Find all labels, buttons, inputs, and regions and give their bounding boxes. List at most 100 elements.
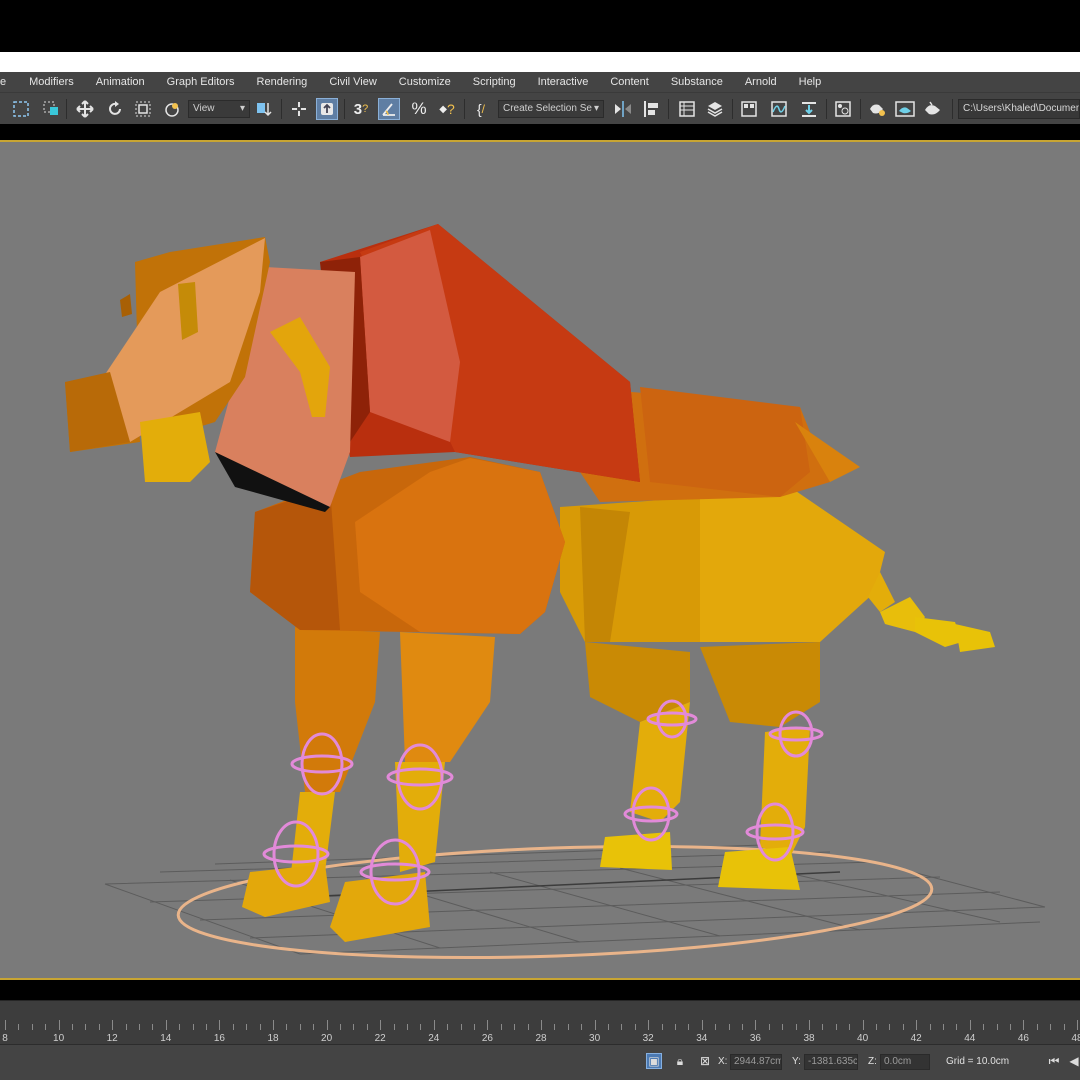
timeline-tick	[1050, 1024, 1052, 1030]
edit-named-sets-icon[interactable]: {/	[470, 98, 492, 120]
z-coord-field[interactable]: 0.0cm	[880, 1054, 930, 1070]
saddle	[320, 224, 640, 482]
timeline-tick	[983, 1024, 985, 1030]
menu-customize[interactable]: Customize	[388, 72, 462, 92]
timeline-tick	[1023, 1020, 1025, 1030]
keyboard-shortcut-icon[interactable]	[316, 98, 338, 120]
timeline-tick	[286, 1024, 288, 1030]
rotate-icon[interactable]	[104, 98, 126, 120]
timeline-tick	[943, 1024, 944, 1030]
percent-snap-icon[interactable]: %	[408, 98, 430, 120]
timeline-tick-label: 26	[481, 1033, 493, 1044]
schematic-view-icon[interactable]	[798, 98, 820, 120]
curve-editor-icon[interactable]	[768, 98, 790, 120]
angle-snap-icon[interactable]	[378, 98, 400, 120]
timeline-tick	[835, 1024, 837, 1030]
timeline-tick	[125, 1024, 127, 1030]
menu-arnold[interactable]: Arnold	[734, 72, 788, 92]
timeline-tick	[433, 1020, 435, 1030]
timeline-tick	[299, 1024, 301, 1030]
timeline-tick	[206, 1024, 207, 1030]
reference-coord-dropdown[interactable]: View ▾	[188, 100, 250, 118]
timeline-tick	[487, 1020, 489, 1030]
menu-graph-editors[interactable]: Graph Editors	[156, 72, 246, 92]
timeline-tick-label: 36	[749, 1033, 761, 1044]
snap-3d-icon[interactable]: 3?	[350, 98, 372, 120]
timeline-tick-label: 44	[964, 1033, 976, 1044]
timeline-tick	[152, 1024, 154, 1030]
timeline-tick	[768, 1024, 770, 1030]
timeline-tick-label: 22	[374, 1033, 386, 1044]
timeline-tick	[219, 1020, 221, 1030]
align-icon[interactable]	[640, 98, 662, 120]
timeline-tick-label: 48	[1071, 1033, 1080, 1044]
move-icon[interactable]	[74, 98, 96, 120]
isolate-selection-icon[interactable]: ▣	[646, 1053, 662, 1069]
timeline-tick	[5, 1020, 6, 1030]
timeline-tick	[608, 1024, 609, 1030]
layer-explorer-icon[interactable]	[704, 98, 726, 120]
menu-content[interactable]: Content	[599, 72, 660, 92]
viewport-scene	[65, 224, 1046, 960]
window-crossing-icon[interactable]	[40, 98, 62, 120]
previous-frame-icon[interactable]: ◀	[1068, 1053, 1080, 1069]
timeline-tick	[822, 1024, 824, 1030]
menu-substance[interactable]: Substance	[660, 72, 734, 92]
menu-scripting[interactable]: Scripting	[462, 72, 527, 92]
absolute-mode-icon[interactable]: ⊠	[697, 1053, 713, 1069]
timeline-tick	[594, 1020, 596, 1030]
perspective-viewport[interactable]	[0, 140, 1080, 980]
scale-icon[interactable]	[132, 98, 154, 120]
select-region-icon[interactable]	[10, 98, 32, 120]
mirror-icon[interactable]	[612, 98, 634, 120]
rendered-frame-icon[interactable]	[894, 98, 916, 120]
timeline-tick	[889, 1024, 891, 1030]
menu-animation[interactable]: Animation	[85, 72, 156, 92]
named-selection-value: Create Selection Se	[503, 103, 592, 114]
timeline-tick	[862, 1020, 864, 1030]
viewport-bottom-frame	[0, 980, 1080, 1000]
render-icon[interactable]	[922, 98, 944, 120]
select-manipulate-icon[interactable]	[288, 98, 310, 120]
material-editor-icon[interactable]	[832, 98, 854, 120]
pivot-icon[interactable]	[254, 98, 276, 120]
go-to-start-icon[interactable]: ⏮︎	[1046, 1053, 1062, 1069]
named-selection-dropdown[interactable]: Create Selection Se ▾	[498, 100, 604, 118]
lock-icon[interactable]: 🔒︎	[672, 1053, 688, 1069]
timeline-tick	[273, 1020, 274, 1030]
timeline-tick	[58, 1020, 60, 1030]
top-black-bar	[0, 0, 1080, 52]
menu-help[interactable]: Help	[788, 72, 833, 92]
timeline-tick	[393, 1024, 395, 1030]
timeline-tick	[809, 1020, 810, 1030]
timeline-tick	[460, 1024, 462, 1030]
timeline-tick-label: 24	[428, 1033, 440, 1044]
scene-explorer-icon[interactable]	[676, 98, 698, 120]
x-coord-field[interactable]: 2944.87cm	[730, 1054, 782, 1070]
toggle-ribbon-icon[interactable]	[738, 98, 760, 120]
y-coord-field[interactable]: -1381.635c	[804, 1054, 858, 1070]
menu-bar: e Modifiers Animation Graph Editors Rend…	[0, 72, 1080, 92]
spinner-snap-icon[interactable]: ◆?	[436, 98, 458, 120]
project-path-field[interactable]: C:\Users\Khaled\Documents\3ds Max	[958, 99, 1080, 119]
menu-interactive[interactable]: Interactive	[527, 72, 600, 92]
title-strip	[0, 52, 1080, 72]
timeline-tick	[18, 1024, 20, 1030]
timeline-tick	[98, 1024, 100, 1030]
timeline-tick	[728, 1024, 730, 1030]
place-icon[interactable]	[161, 98, 183, 120]
menu-civil-view[interactable]: Civil View	[318, 72, 387, 92]
chevron-down-icon: ▾	[593, 103, 599, 114]
timeline-tick	[112, 1020, 114, 1030]
menu-edit[interactable]: e	[0, 72, 18, 92]
time-slider-track[interactable]: 8 10 12 14 16 18 20 22 24 26 28 30 32 34 36 38 40 42 44 46 4…	[0, 1000, 1080, 1044]
render-setup-icon[interactable]	[866, 98, 888, 120]
timeline-tick	[782, 1024, 784, 1030]
menu-modifiers[interactable]: Modifiers	[18, 72, 85, 92]
status-bar: ▣ 🔒︎ ⊠ X: 2944.87cm Y: -1381.635c Z: 0.0…	[0, 1044, 1080, 1080]
timeline-tick	[581, 1024, 583, 1030]
timeline-tick	[648, 1020, 650, 1030]
menu-rendering[interactable]: Rendering	[246, 72, 319, 92]
timeline-tick	[902, 1024, 904, 1030]
reference-coord-value: View	[193, 103, 215, 114]
